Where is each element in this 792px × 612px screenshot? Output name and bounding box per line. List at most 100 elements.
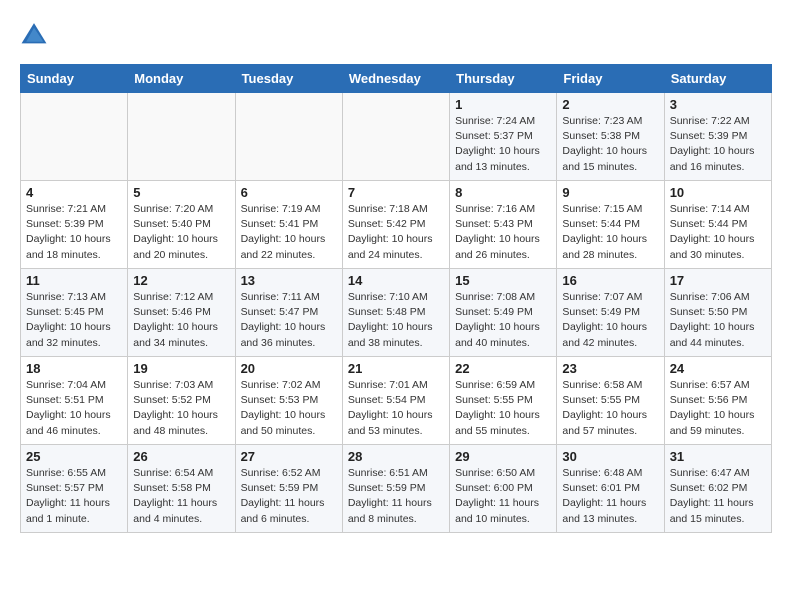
day-number: 3: [670, 97, 766, 112]
day-info: Sunrise: 7:07 AM Sunset: 5:49 PM Dayligh…: [562, 290, 658, 351]
day-number: 7: [348, 185, 444, 200]
day-info: Sunrise: 7:13 AM Sunset: 5:45 PM Dayligh…: [26, 290, 122, 351]
calendar-cell: 11 Sunrise: 7:13 AM Sunset: 5:45 PM Dayli…: [21, 269, 128, 357]
day-info: Sunrise: 7:02 AM Sunset: 5:53 PM Dayligh…: [241, 378, 337, 439]
day-number: 15: [455, 273, 551, 288]
calendar-cell: 25 Sunrise: 6:55 AM Sunset: 5:57 PM Dayli…: [21, 445, 128, 533]
calendar-cell: 13 Sunrise: 7:11 AM Sunset: 5:47 PM Dayli…: [235, 269, 342, 357]
calendar-week-row: 1Sunrise: 7:24 AM Sunset: 5:37 PM Daylig…: [21, 93, 772, 181]
day-number: 25: [26, 449, 122, 464]
day-number: 12: [133, 273, 229, 288]
day-info: Sunrise: 7:08 AM Sunset: 5:49 PM Dayligh…: [455, 290, 551, 351]
calendar-cell: 22 Sunrise: 6:59 AM Sunset: 5:55 PM Dayli…: [450, 357, 557, 445]
calendar-table: SundayMondayTuesdayWednesdayThursdayFrid…: [20, 64, 772, 533]
day-number: 11: [26, 273, 122, 288]
day-number: 23: [562, 361, 658, 376]
calendar-cell: 30 Sunrise: 6:48 AM Sunset: 6:01 PM Dayli…: [557, 445, 664, 533]
calendar-week-row: 25 Sunrise: 6:55 AM Sunset: 5:57 PM Dayli…: [21, 445, 772, 533]
day-info: Sunrise: 6:47 AM Sunset: 6:02 PM Dayligh…: [670, 466, 766, 527]
calendar-cell: 7 Sunrise: 7:18 AM Sunset: 5:42 PM Daylig…: [342, 181, 449, 269]
calendar-header-row: SundayMondayTuesdayWednesdayThursdayFrid…: [21, 65, 772, 93]
day-number: 13: [241, 273, 337, 288]
calendar-cell: 2 Sunrise: 7:23 AM Sunset: 5:38 PM Daylig…: [557, 93, 664, 181]
day-info: Sunrise: 7:06 AM Sunset: 5:50 PM Dayligh…: [670, 290, 766, 351]
day-number: 8: [455, 185, 551, 200]
page-header: [20, 20, 772, 48]
day-number: 31: [670, 449, 766, 464]
calendar-cell: 21Sunrise: 7:01 AM Sunset: 5:54 PM Dayli…: [342, 357, 449, 445]
calendar-cell: 28 Sunrise: 6:51 AM Sunset: 5:59 PM Dayli…: [342, 445, 449, 533]
calendar-week-row: 4 Sunrise: 7:21 AM Sunset: 5:39 PM Daylig…: [21, 181, 772, 269]
day-info: Sunrise: 6:55 AM Sunset: 5:57 PM Dayligh…: [26, 466, 122, 527]
day-of-week-header: Friday: [557, 65, 664, 93]
calendar-cell: 15 Sunrise: 7:08 AM Sunset: 5:49 PM Dayli…: [450, 269, 557, 357]
day-number: 5: [133, 185, 229, 200]
calendar-cell: 18 Sunrise: 7:04 AM Sunset: 5:51 PM Dayli…: [21, 357, 128, 445]
day-number: 26: [133, 449, 229, 464]
calendar-cell: 9 Sunrise: 7:15 AM Sunset: 5:44 PM Daylig…: [557, 181, 664, 269]
calendar-cell: 4 Sunrise: 7:21 AM Sunset: 5:39 PM Daylig…: [21, 181, 128, 269]
calendar-cell: 14 Sunrise: 7:10 AM Sunset: 5:48 PM Dayli…: [342, 269, 449, 357]
day-info: Sunrise: 6:54 AM Sunset: 5:58 PM Dayligh…: [133, 466, 229, 527]
calendar-cell: 27Sunrise: 6:52 AM Sunset: 5:59 PM Dayli…: [235, 445, 342, 533]
calendar-cell: [235, 93, 342, 181]
calendar-cell: 5 Sunrise: 7:20 AM Sunset: 5:40 PM Daylig…: [128, 181, 235, 269]
calendar-cell: 31 Sunrise: 6:47 AM Sunset: 6:02 PM Dayli…: [664, 445, 771, 533]
day-info: Sunrise: 7:04 AM Sunset: 5:51 PM Dayligh…: [26, 378, 122, 439]
calendar-cell: 19Sunrise: 7:03 AM Sunset: 5:52 PM Dayli…: [128, 357, 235, 445]
day-info: Sunrise: 6:58 AM Sunset: 5:55 PM Dayligh…: [562, 378, 658, 439]
day-number: 24: [670, 361, 766, 376]
calendar-cell: 8Sunrise: 7:16 AM Sunset: 5:43 PM Daylig…: [450, 181, 557, 269]
day-of-week-header: Wednesday: [342, 65, 449, 93]
day-of-week-header: Tuesday: [235, 65, 342, 93]
day-info: Sunrise: 6:50 AM Sunset: 6:00 PM Dayligh…: [455, 466, 551, 527]
day-number: 9: [562, 185, 658, 200]
calendar-cell: 29 Sunrise: 6:50 AM Sunset: 6:00 PM Dayli…: [450, 445, 557, 533]
day-number: 14: [348, 273, 444, 288]
day-info: Sunrise: 7:19 AM Sunset: 5:41 PM Dayligh…: [241, 202, 337, 263]
day-number: 30: [562, 449, 658, 464]
calendar-cell: 6 Sunrise: 7:19 AM Sunset: 5:41 PM Daylig…: [235, 181, 342, 269]
calendar-cell: 26 Sunrise: 6:54 AM Sunset: 5:58 PM Dayli…: [128, 445, 235, 533]
day-info: Sunrise: 7:14 AM Sunset: 5:44 PM Dayligh…: [670, 202, 766, 263]
day-info: Sunrise: 7:20 AM Sunset: 5:40 PM Dayligh…: [133, 202, 229, 263]
calendar-week-row: 18 Sunrise: 7:04 AM Sunset: 5:51 PM Dayli…: [21, 357, 772, 445]
calendar-cell: 24 Sunrise: 6:57 AM Sunset: 5:56 PM Dayli…: [664, 357, 771, 445]
day-number: 4: [26, 185, 122, 200]
day-info: Sunrise: 6:48 AM Sunset: 6:01 PM Dayligh…: [562, 466, 658, 527]
day-info: Sunrise: 6:51 AM Sunset: 5:59 PM Dayligh…: [348, 466, 444, 527]
day-of-week-header: Sunday: [21, 65, 128, 93]
day-info: Sunrise: 7:21 AM Sunset: 5:39 PM Dayligh…: [26, 202, 122, 263]
day-info: Sunrise: 7:11 AM Sunset: 5:47 PM Dayligh…: [241, 290, 337, 351]
day-info: Sunrise: 7:23 AM Sunset: 5:38 PM Dayligh…: [562, 114, 658, 175]
day-info: Sunrise: 7:01 AM Sunset: 5:54 PM Dayligh…: [348, 378, 444, 439]
calendar-cell: [21, 93, 128, 181]
day-number: 20: [241, 361, 337, 376]
day-of-week-header: Saturday: [664, 65, 771, 93]
calendar-week-row: 11 Sunrise: 7:13 AM Sunset: 5:45 PM Dayli…: [21, 269, 772, 357]
day-info: Sunrise: 6:59 AM Sunset: 5:55 PM Dayligh…: [455, 378, 551, 439]
day-info: Sunrise: 7:18 AM Sunset: 5:42 PM Dayligh…: [348, 202, 444, 263]
day-number: 17: [670, 273, 766, 288]
day-info: Sunrise: 7:10 AM Sunset: 5:48 PM Dayligh…: [348, 290, 444, 351]
calendar-cell: 20 Sunrise: 7:02 AM Sunset: 5:53 PM Dayli…: [235, 357, 342, 445]
day-number: 16: [562, 273, 658, 288]
calendar-cell: 16 Sunrise: 7:07 AM Sunset: 5:49 PM Dayli…: [557, 269, 664, 357]
day-number: 28: [348, 449, 444, 464]
day-number: 18: [26, 361, 122, 376]
day-number: 29: [455, 449, 551, 464]
day-number: 2: [562, 97, 658, 112]
day-number: 10: [670, 185, 766, 200]
day-info: Sunrise: 7:03 AM Sunset: 5:52 PM Dayligh…: [133, 378, 229, 439]
logo: [20, 20, 52, 48]
day-info: Sunrise: 6:57 AM Sunset: 5:56 PM Dayligh…: [670, 378, 766, 439]
calendar-cell: [128, 93, 235, 181]
calendar-cell: 10 Sunrise: 7:14 AM Sunset: 5:44 PM Dayli…: [664, 181, 771, 269]
day-of-week-header: Monday: [128, 65, 235, 93]
day-info: Sunrise: 7:15 AM Sunset: 5:44 PM Dayligh…: [562, 202, 658, 263]
day-number: 22: [455, 361, 551, 376]
day-number: 1: [455, 97, 551, 112]
day-of-week-header: Thursday: [450, 65, 557, 93]
day-info: Sunrise: 6:52 AM Sunset: 5:59 PM Dayligh…: [241, 466, 337, 527]
day-number: 6: [241, 185, 337, 200]
